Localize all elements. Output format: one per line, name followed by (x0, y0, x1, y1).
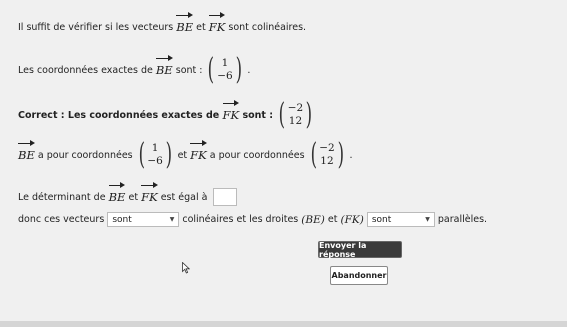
vector-be: BE (176, 12, 193, 34)
abandon-button[interactable]: Abandonner (330, 266, 388, 285)
correct-text: Correct : Les coordonnées exactes de (18, 109, 220, 121)
coord-x: 1 (151, 142, 159, 154)
coordinates-question-line: Les coordonnées exactes de BE sont : ( 1… (18, 55, 250, 85)
vector-be: BE (108, 182, 125, 204)
and-text: et (128, 191, 139, 203)
period: . (349, 149, 353, 161)
and-text: et (196, 21, 206, 33)
determinant-suffix: est égal à (160, 191, 208, 203)
summary-text-2: a pour coordonnées (209, 149, 305, 161)
summary-text-1: a pour coordonnées (37, 149, 133, 161)
coord-y: −6 (217, 70, 233, 82)
submit-button[interactable]: Envoyer la réponse (318, 241, 402, 259)
vector-be: BE (155, 55, 173, 77)
coord-y: 12 (288, 115, 303, 127)
conclusion-mid-text: colinéaires et les droites (182, 214, 299, 225)
summary-line: BE a pour coordonnées ( 1 −6 ) et FK a po… (18, 140, 352, 170)
question-text: Les coordonnées exactes de (18, 64, 153, 76)
correct-suffix: sont : (242, 109, 274, 121)
vector-fk: FK (190, 140, 207, 162)
select-value: sont (112, 214, 132, 225)
determinant-input[interactable] (213, 188, 238, 206)
instruction-line: Il suffit de vérifier si les vecteurs BE… (18, 12, 307, 34)
and-text: et (177, 149, 188, 161)
colinearity-select[interactable]: sont ▼ (107, 212, 180, 227)
coord-y: −6 (147, 155, 163, 167)
vector-fk: FK (222, 100, 239, 122)
vector-be: BE (18, 140, 35, 162)
coord-y: 12 (320, 155, 334, 167)
instruction-text: Il suffit de vérifier si les vecteurs (18, 21, 174, 33)
period: . (247, 64, 251, 76)
conclusion-text: donc ces vecteurs (18, 214, 105, 225)
correct-feedback-line: Correct : Les coordonnées exactes de FK … (18, 100, 318, 130)
mouse-pointer-icon (182, 262, 190, 274)
line-fk: (FK) (340, 213, 364, 226)
and-text: et (327, 214, 338, 225)
coord-x: 1 (221, 57, 229, 69)
determinant-line: Le déterminant de BE et FK est égal à (18, 182, 238, 206)
coord-x: −2 (287, 102, 304, 114)
conclusion-suffix: parallèles. (437, 214, 488, 225)
column-vector-fk: ( −2 12 ) (310, 137, 344, 172)
determinant-text: Le déterminant de (18, 191, 106, 203)
chevron-down-icon: ▼ (169, 216, 175, 223)
vector-fk: FK (208, 12, 225, 34)
vector-fk: FK (141, 182, 158, 204)
chevron-down-icon: ▼ (425, 216, 430, 223)
column-vector-fk: ( −2 12 ) (278, 97, 313, 132)
column-vector-be: ( 1 −6 ) (208, 52, 242, 87)
parallelism-select[interactable]: sont ▼ (366, 212, 435, 227)
select-value: sont (371, 214, 392, 225)
column-vector-be: ( 1 −6 ) (138, 137, 172, 172)
instruction-suffix: sont colinéaires. (228, 21, 307, 33)
question-suffix: sont : (175, 64, 203, 76)
coord-x: −2 (319, 142, 335, 154)
conclusion-line: donc ces vecteurs sont ▼ colinéaires et … (18, 212, 487, 227)
bottom-scrollbar (0, 321, 567, 327)
line-be: (BE) (301, 213, 325, 226)
